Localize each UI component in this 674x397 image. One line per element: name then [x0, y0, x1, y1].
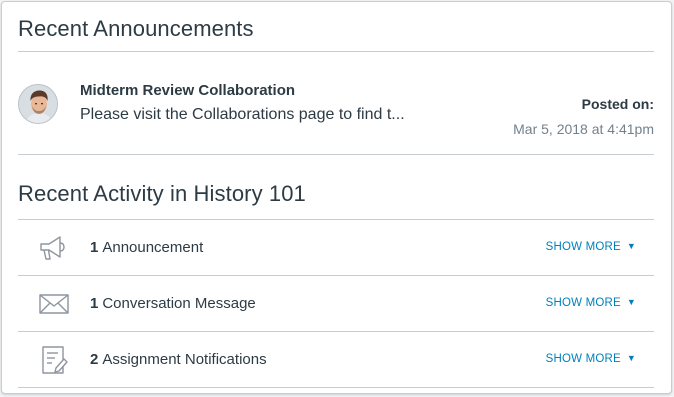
assignment-icon: [38, 346, 70, 374]
activity-type: Announcement: [102, 239, 204, 256]
activity-row-assignment[interactable]: 2 Assignment Notifications SHOW MORE ▼: [18, 332, 654, 388]
megaphone-icon: [38, 234, 70, 262]
activity-label: 2 Assignment Notifications: [90, 351, 267, 368]
recent-activity-heading: Recent Activity in History 101: [18, 181, 306, 206]
show-more-link[interactable]: SHOW MORE ▼: [546, 241, 636, 253]
show-more-label: SHOW MORE: [545, 241, 621, 253]
activity-row-conversation[interactable]: 1 Conversation Message SHOW MORE ▼: [18, 276, 654, 332]
envelope-icon: [38, 290, 70, 318]
show-more-link[interactable]: SHOW MORE ▼: [546, 353, 636, 365]
activity-row-announcement[interactable]: 1 Announcement SHOW MORE ▼: [18, 220, 654, 276]
show-more-label: SHOW MORE: [545, 297, 621, 309]
show-more-link[interactable]: SHOW MORE ▼: [546, 297, 636, 309]
posted-on-label: Posted on:: [581, 96, 654, 112]
activity-count: 1: [90, 295, 99, 312]
recent-announcements-heading: Recent Announcements: [18, 16, 254, 41]
activity-count: 2: [90, 351, 99, 368]
activity-label: 1 Announcement: [90, 239, 203, 256]
divider: [18, 51, 654, 52]
caret-down-icon: ▼: [626, 297, 636, 307]
activity-label: 1 Conversation Message: [90, 295, 256, 312]
activity-count: 1: [90, 239, 99, 256]
avatar[interactable]: [18, 84, 58, 124]
announcement-title[interactable]: Midterm Review Collaboration: [80, 82, 295, 99]
show-more-label: SHOW MORE: [545, 353, 621, 365]
divider: [18, 154, 654, 155]
announcement-item[interactable]: Midterm Review Collaboration Please visi…: [18, 68, 654, 154]
activity-type: Conversation Message: [102, 295, 256, 312]
announcement-preview: Please visit the Collaborations page to …: [80, 106, 405, 123]
caret-down-icon: ▼: [626, 353, 636, 363]
posted-date: Mar 5, 2018 at 4:41pm: [513, 121, 654, 137]
activity-type: Assignment Notifications: [102, 351, 267, 368]
caret-down-icon: ▼: [626, 241, 636, 251]
activity-list: 1 Announcement SHOW MORE ▼ 1 Conversation M…: [18, 220, 654, 388]
recent-activity-panel: Recent Announcements Midterm Review Coll…: [1, 1, 672, 394]
